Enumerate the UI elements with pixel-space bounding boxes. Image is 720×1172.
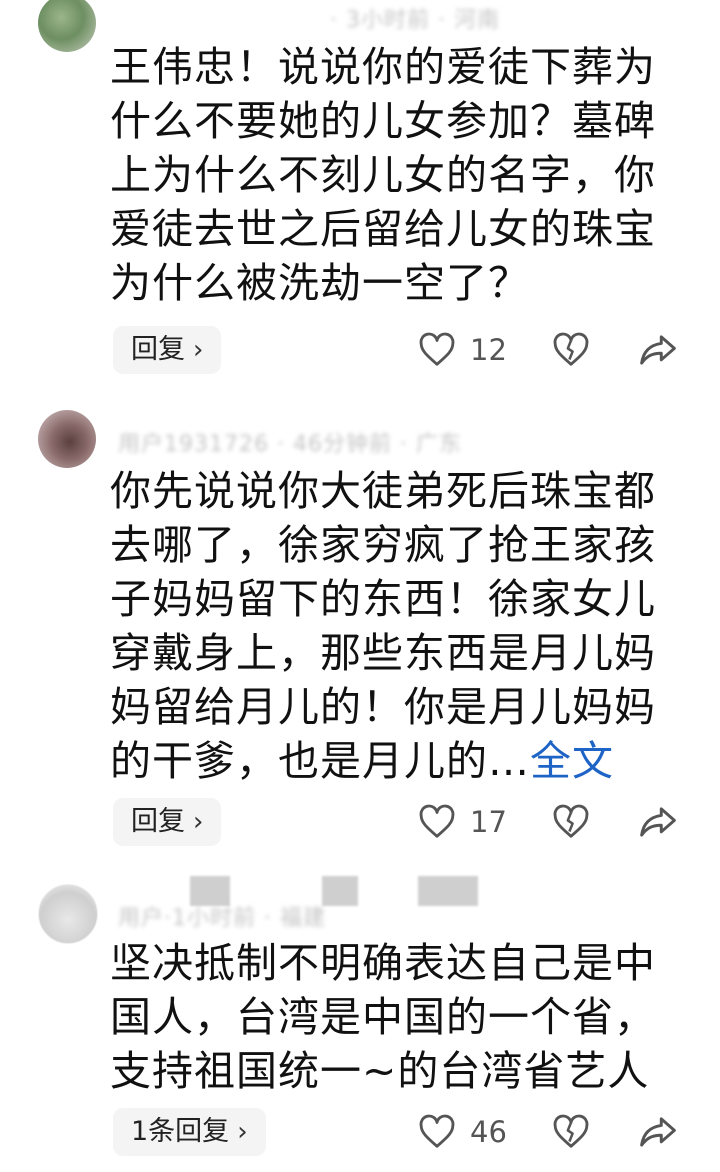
share-arrow-icon[interactable]	[638, 1114, 678, 1150]
reply-label: 1条回复	[131, 1116, 230, 1147]
comment-actions: 1条回复 › 46	[0, 1108, 720, 1158]
broken-heart-icon[interactable]	[552, 1113, 590, 1151]
comment-meta: 用户1931726 · 46分钟前 · 广东	[118, 432, 462, 457]
avatar[interactable]	[38, 0, 96, 52]
comment-body: 王伟忠！说说你的爱徒下葬为什么不要她的儿女参加？墓碑上为什么不刻儿女的名字，你爱…	[110, 43, 656, 307]
avatar[interactable]	[38, 884, 98, 944]
like-count: 46	[470, 1115, 507, 1149]
chevron-right-icon: ›	[237, 1117, 248, 1147]
comment-text: 王伟忠！说说你的爱徒下葬为什么不要她的儿女参加？墓碑上为什么不刻儿女的名字，你爱…	[110, 40, 680, 310]
full-text-link[interactable]: 全文	[530, 737, 614, 785]
avatar[interactable]	[38, 410, 96, 468]
comment-text: 坚决抵制不明确表达自己是中国人，台湾是中国的一个省，支持祖国统一~的台湾省艺人	[110, 936, 680, 1098]
comment-meta: 用户·1小时前 · 福建	[118, 906, 326, 931]
comment-text: 你先说说你大徒弟死后珠宝都去哪了，徐家穷疯了抢王家孩子妈妈留下的东西！徐家女儿穿…	[110, 464, 680, 788]
share-arrow-icon[interactable]	[638, 804, 678, 840]
chevron-right-icon: ›	[193, 807, 204, 837]
comment-body: 坚决抵制不明确表达自己是中国人，台湾是中国的一个省，支持祖国统一~的台湾省艺人	[110, 939, 656, 1095]
reply-label: 回复	[131, 334, 185, 365]
reply-button[interactable]: 回复 ›	[113, 326, 222, 374]
like-count: 12	[470, 333, 507, 367]
like-count: 17	[470, 805, 507, 839]
comment-meta: · 3小时前 · 河南	[330, 8, 500, 33]
broken-heart-icon[interactable]	[552, 331, 590, 369]
chevron-right-icon: ›	[193, 335, 204, 365]
heart-outline-icon[interactable]	[418, 332, 456, 368]
reply-button[interactable]: 1条回复 ›	[113, 1108, 266, 1156]
comment-actions: 回复 › 12	[0, 326, 720, 376]
broken-heart-icon[interactable]	[552, 803, 590, 841]
share-arrow-icon[interactable]	[638, 332, 678, 368]
redacted-name	[322, 876, 358, 906]
redacted-name	[418, 876, 478, 906]
heart-outline-icon[interactable]	[418, 804, 456, 840]
heart-outline-icon[interactable]	[418, 1114, 456, 1150]
reply-button[interactable]: 回复 ›	[113, 798, 222, 846]
reply-label: 回复	[131, 806, 185, 837]
comment-actions: 回复 › 17	[0, 798, 720, 848]
